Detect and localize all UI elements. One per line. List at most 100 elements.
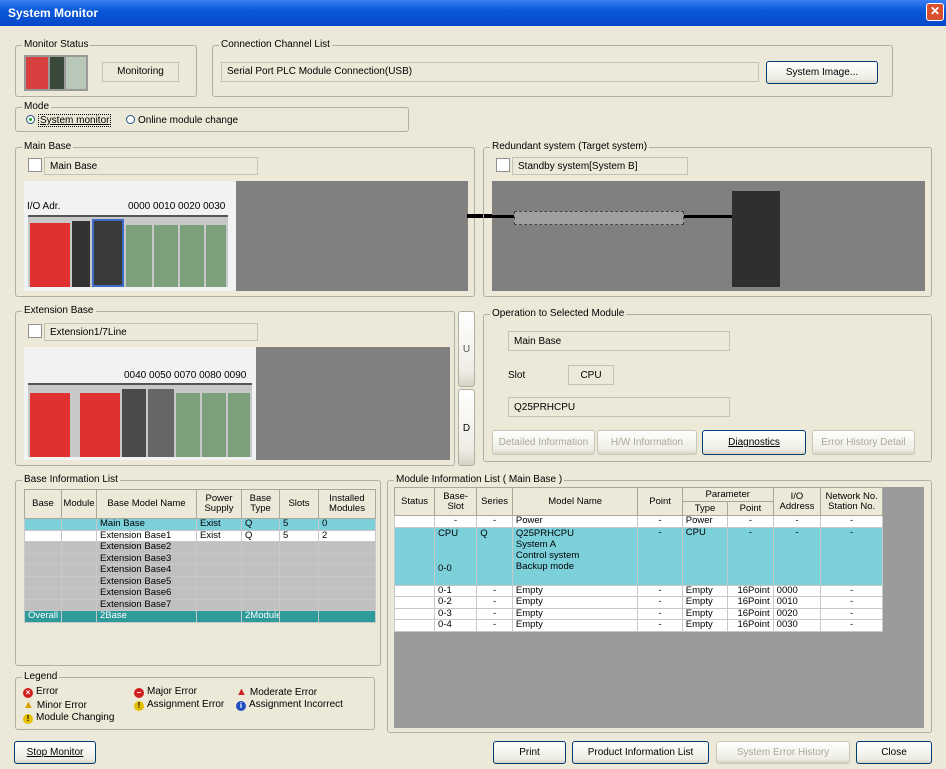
- ext-base-legend: Extension Base: [22, 305, 96, 317]
- cell: Empty: [681, 619, 729, 632]
- table-row[interactable]: Main Base Exist Q 5 0: [24, 518, 376, 531]
- cell: 0-1: [434, 584, 478, 597]
- table-row[interactable]: 0-3- Empty - Empty 16Point 0020-: [393, 607, 883, 620]
- standby-cpu-image[interactable]: [732, 191, 780, 287]
- system-image-button[interactable]: System Image...: [766, 61, 878, 84]
- diagnostics-button[interactable]: Diagnostics: [702, 430, 806, 455]
- table-row[interactable]: Extension Base1 Exist Q 5 2: [24, 529, 376, 542]
- table-row[interactable]: - - Power - Power - - -: [393, 515, 883, 528]
- table-row[interactable]: Extension Base7: [24, 598, 376, 611]
- product-information-list-button[interactable]: Product Information List: [572, 741, 709, 764]
- cell: Empty: [681, 607, 729, 620]
- slot-0-1[interactable]: [126, 225, 152, 287]
- cell: 0-3: [434, 607, 478, 620]
- error-icon: ×: [23, 688, 33, 698]
- ext-slot-4[interactable]: [202, 393, 226, 457]
- cell: [241, 587, 280, 600]
- ext-base-name-field: Extension1/7Line: [44, 323, 258, 341]
- table-row-cpu[interactable]: CPU 0-0 Q Q25PRHCPU System A Control system…: [393, 526, 883, 586]
- detailed-info-button[interactable]: Detailed Information: [492, 430, 595, 455]
- table-row[interactable]: 0-1- Empty - Empty 16Point 0000-: [393, 584, 883, 597]
- slot-0-2[interactable]: [154, 225, 178, 287]
- main-base-rack[interactable]: I/O Adr. 0000 0010 0020 0030: [24, 181, 236, 291]
- cell: 16Point: [727, 584, 774, 597]
- cell: [393, 526, 436, 586]
- cell-cpu-model: Q25PRHCPU System A Control system Backup mo…: [511, 526, 639, 586]
- io-adr-label: I/O Adr.: [27, 201, 61, 212]
- ext-base-checkbox[interactable]: [28, 324, 42, 338]
- ext-module-2[interactable]: [148, 389, 174, 457]
- main-base-legend: Main Base: [22, 141, 74, 153]
- mode-radio-online-change[interactable]: Online module change: [126, 115, 238, 126]
- cell: 16Point: [727, 607, 774, 620]
- cell: [24, 564, 62, 577]
- table-row[interactable]: 0-4- Empty - Empty 16Point 0030-: [393, 619, 883, 632]
- ext-slot-5[interactable]: [228, 393, 250, 457]
- cell: [318, 564, 376, 577]
- close-icon[interactable]: ✕: [926, 3, 944, 21]
- main-base-checkbox[interactable]: [28, 158, 42, 172]
- cell: [393, 607, 436, 620]
- cell: Exist: [196, 529, 242, 542]
- module-info-group: Module Information List ( Main Base ) St…: [387, 474, 932, 733]
- mode-opt1-label: System monitor: [38, 114, 112, 127]
- ext-down-button[interactable]: D: [458, 389, 475, 466]
- ext-power-supply-2[interactable]: [80, 393, 120, 457]
- ext-power-supply-1[interactable]: [30, 393, 70, 457]
- table-row[interactable]: Extension Base6: [24, 587, 376, 600]
- col-network: Network No. Station No.: [820, 487, 883, 516]
- ext-module-1[interactable]: [122, 389, 146, 457]
- operation-group: Operation to Selected Module Main Base S…: [483, 308, 932, 462]
- cell: -: [820, 619, 883, 632]
- radio-on-icon[interactable]: [26, 115, 35, 124]
- cell: [196, 564, 242, 577]
- system-error-history-button[interactable]: System Error History: [716, 741, 850, 764]
- table-row[interactable]: Extension Base2: [24, 541, 376, 554]
- print-button[interactable]: Print: [493, 741, 566, 764]
- stop-monitor-button[interactable]: Stop Monitor: [14, 741, 96, 764]
- slot-0-4[interactable]: [206, 225, 226, 287]
- redundant-legend: Redundant system (Target system): [490, 141, 650, 153]
- redundant-group: Redundant system (Target system) Standby…: [483, 141, 932, 297]
- cell: -: [772, 526, 822, 586]
- cpu-model-1: Q25PRHCPU: [515, 527, 574, 539]
- cell-cpu-slot: CPU 0-0: [434, 526, 478, 586]
- cell: -: [727, 515, 774, 528]
- legend-moderate-label: Moderate Error: [249, 687, 318, 698]
- cell: -: [476, 619, 513, 632]
- mode-radio-system-monitor[interactable]: System monitor: [26, 114, 112, 127]
- hw-info-button[interactable]: H/W Information: [597, 430, 697, 455]
- standby-checkbox[interactable]: [496, 158, 510, 172]
- power-supply-module[interactable]: [30, 223, 70, 287]
- cpu-module-b[interactable]: [92, 219, 124, 287]
- cell: -: [820, 607, 883, 620]
- cell: 5: [279, 529, 319, 542]
- cell: -: [637, 619, 683, 632]
- mode-group: Mode System monitor Online module change: [15, 101, 409, 132]
- table-row[interactable]: Extension Base3: [24, 552, 376, 565]
- cpu-model-4: Backup mode: [515, 560, 575, 572]
- radio-off-icon[interactable]: [126, 115, 135, 124]
- mode-legend: Mode: [22, 101, 52, 113]
- cell: [279, 610, 319, 623]
- cell: -: [727, 526, 774, 586]
- table-row[interactable]: Extension Base4: [24, 564, 376, 577]
- legend-minor: ▲ Minor Error: [23, 699, 87, 711]
- table-row[interactable]: Extension Base5: [24, 575, 376, 588]
- close-button[interactable]: Close: [856, 741, 932, 764]
- error-history-detail-button[interactable]: Error History Detail: [812, 430, 915, 455]
- slot-0-3[interactable]: [180, 225, 204, 287]
- table-row[interactable]: 0-2- Empty - Empty 16Point 0010-: [393, 596, 883, 609]
- ext-slot-3[interactable]: [176, 393, 200, 457]
- cell: [24, 575, 62, 588]
- ext-base-rack[interactable]: 0040 0050 0070 0080 0090: [24, 347, 256, 460]
- cpu-module-a[interactable]: [72, 221, 90, 287]
- overall-row[interactable]: Overall 2Base 2Module: [24, 610, 376, 623]
- ext-up-button[interactable]: U: [458, 311, 475, 387]
- cell: 0: [318, 518, 376, 531]
- cpu-model-2: System A: [515, 538, 557, 550]
- legend-assign-inc-label: Assignment Incorrect: [249, 699, 343, 710]
- cell: -: [772, 515, 822, 528]
- legend-moderate: ▲ Moderate Error: [236, 686, 317, 698]
- cell: [61, 564, 97, 577]
